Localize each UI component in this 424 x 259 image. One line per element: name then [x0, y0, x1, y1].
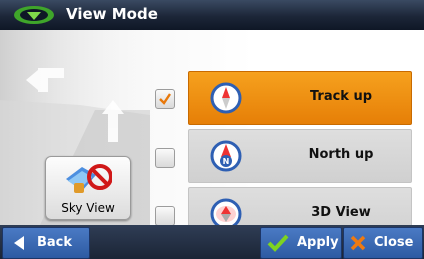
checkmark-icon [159, 93, 171, 105]
close-button[interactable]: Close [343, 227, 423, 259]
compass-track-up-icon [210, 82, 242, 114]
page-title: View Mode [66, 5, 158, 23]
north-up-checkbox[interactable] [155, 148, 175, 168]
north-up-label: North up [308, 147, 374, 162]
close-icon [350, 235, 366, 251]
track-up-label: Track up [309, 89, 373, 104]
sky-view-label: Sky View [61, 201, 115, 215]
north-up-option[interactable]: N North up [188, 129, 412, 183]
checkmark-icon [267, 234, 289, 252]
svg-text:N: N [223, 157, 230, 166]
track-up-checkbox[interactable] [155, 89, 175, 109]
3d-view-label: 3D View [311, 205, 371, 220]
back-label: Back [37, 235, 73, 250]
3d-view-checkbox[interactable] [155, 206, 175, 226]
view-mode-screen: View Mode Sky View Track up N North up 3… [0, 0, 424, 259]
sky-view-disabled-icon [66, 164, 112, 193]
track-up-option[interactable]: Track up [188, 71, 412, 125]
bottom-bar: Back Apply Close [0, 225, 424, 259]
back-button[interactable]: Back [2, 227, 90, 259]
close-label: Close [374, 235, 414, 250]
title-bar: View Mode [0, 0, 424, 31]
compass-north-up-icon: N [210, 140, 242, 172]
back-arrow-icon [14, 236, 24, 250]
apply-button[interactable]: Apply [260, 227, 342, 259]
sky-view-button[interactable]: Sky View [45, 156, 131, 220]
apply-label: Apply [297, 235, 339, 250]
navigation-logo-icon [14, 6, 54, 24]
